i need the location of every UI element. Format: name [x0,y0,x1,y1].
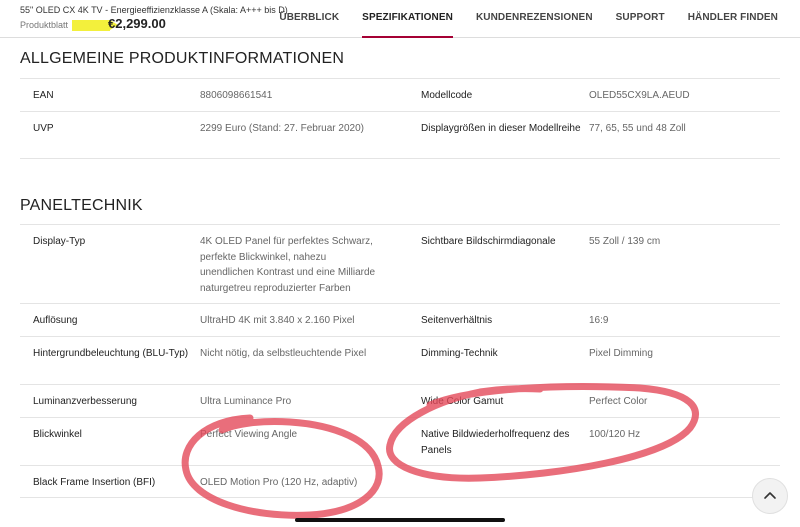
section-nav: ÜBERBLICK SPEZIFIKATIONEN KUNDENREZENSIO… [256,0,778,38]
spec-key: Black Frame Insertion (BFI) [33,477,156,488]
spec-key: Sichtbare Bildschirmdiagonale [421,236,556,247]
tab-support[interactable]: SUPPORT [616,0,665,38]
spec-key: Blickwinkel [33,429,82,440]
spec-value: 16:9 [589,315,609,326]
spec-key: Modellcode [421,90,473,101]
table-row: EAN 8806098661541 Modellcode OLED55CX9LA… [20,78,780,111]
spec-key: Display-Typ [33,236,86,247]
spec-value: 77, 65, 55 und 48 Zoll [589,123,686,134]
table-row: Black Frame Insertion (BFI) OLED Motion … [20,465,780,498]
tab-kundenrezensionen[interactable]: KUNDENREZENSIONEN [476,0,593,38]
section-title-panel: PANELTECHNIK [20,197,143,214]
spec-value: 55 Zoll / 139 cm [589,236,661,247]
spec-value: Pixel Dimming [589,348,653,359]
spec-value: 2299 Euro (Stand: 27. Februar 2020) [200,123,364,134]
spec-value: OLED Motion Pro (120 Hz, adaptiv) [200,477,358,488]
spec-value: 100/120 Hz [589,429,641,440]
table-row: Auflösung UltraHD 4K mit 3.840 x 2.160 P… [20,303,780,336]
spec-value: UltraHD 4K mit 3.840 x 2.160 Pixel [200,315,355,326]
spec-key: EAN [33,90,54,101]
tab-spezifikationen[interactable]: SPEZIFIKATIONEN [362,0,453,38]
spec-key: Displaygrößen in dieser Modellreihe [421,123,581,134]
spec-value: Ultra Luminance Pro [200,396,292,407]
tab-haendler-finden[interactable]: HÄNDLER FINDEN [688,0,778,38]
spec-key: Hintergrundbeleuchtung (BLU-Typ) [33,348,189,359]
product-price: €2,299.00 [108,16,166,31]
tab-ueberblick[interactable]: ÜBERBLICK [279,0,339,38]
spec-key: Native Bildwiederholfrequenz des Panels [421,429,570,456]
product-title: 55" OLED CX 4K TV - Energieeffizienzklas… [20,5,288,15]
spec-key: Dimming-Technik [421,348,498,359]
produktblatt-link[interactable]: Produktblatt [20,20,68,30]
yellow-highlighter-mark [72,19,119,31]
spec-key: UVP [33,123,54,134]
table-row: Hintergrundbeleuchtung (BLU-Typ) Nicht n… [20,336,780,384]
spec-key: Luminanzverbesserung [33,396,137,407]
produktblatt-row: Produktblatt [20,18,119,32]
spec-key: Auflösung [33,315,78,326]
spec-key: Wide Color Gamut [421,396,504,407]
chevron-up-icon [764,492,776,499]
spec-value: 4K OLED Panel für perfektes Schwarz, per… [200,236,376,294]
table-row: UVP 2299 Euro (Stand: 27. Februar 2020) … [20,111,780,159]
spec-value: Perfect Color [589,396,648,407]
section-title-general: ALLGEMEINE PRODUKTINFORMATIONEN [20,50,345,67]
spec-value: 8806098661541 [200,90,273,101]
home-indicator [295,518,505,522]
scroll-top-button[interactable] [752,478,788,514]
spec-value: OLED55CX9LA.AEUD [589,90,690,101]
spec-value: Nicht nötig, da selbstleuchtende Pixel [200,348,367,359]
spec-value: Perfect Viewing Angle [200,429,298,440]
table-row: Display-Typ 4K OLED Panel für perfektes … [20,224,780,303]
table-row: Blickwinkel Perfect Viewing Angle Native… [20,417,780,465]
table-row: Luminanzverbesserung Ultra Luminance Pro… [20,384,780,417]
top-bar: 55" OLED CX 4K TV - Energieeffizienzklas… [0,0,800,38]
spec-key: Seitenverhältnis [421,315,493,326]
